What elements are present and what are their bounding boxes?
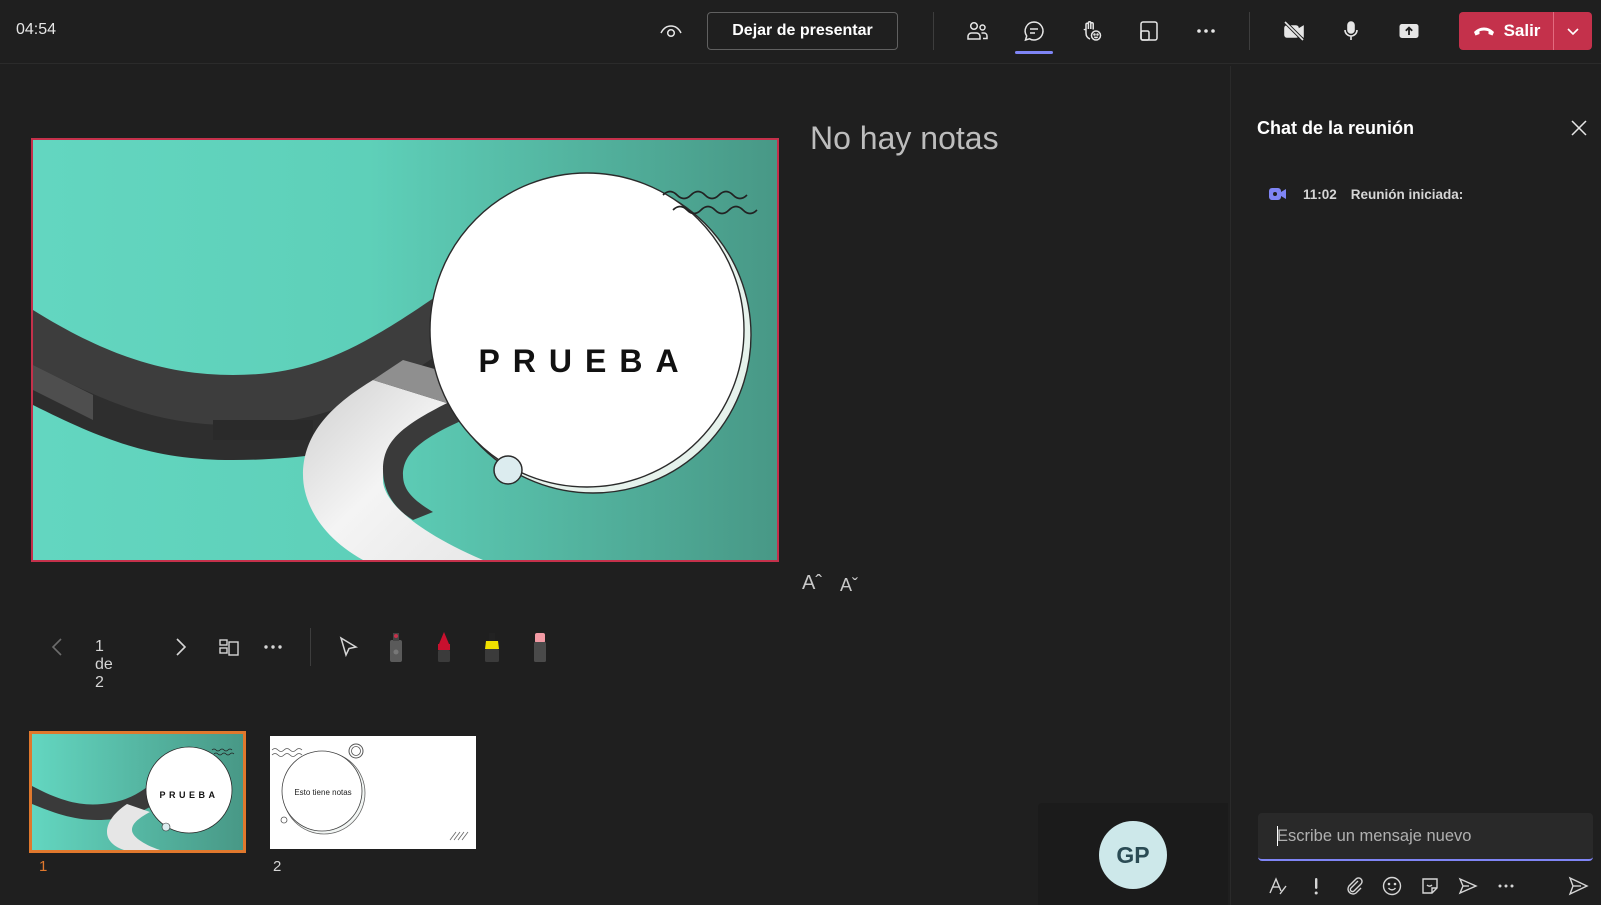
- message-input[interactable]: [1258, 813, 1593, 859]
- laser-tool-button[interactable]: [378, 626, 414, 668]
- thumbnail-artwork: Esto tiene notas: [270, 736, 476, 849]
- slide-artwork: PRUEBA: [33, 140, 777, 560]
- sticker-icon: [1422, 878, 1438, 894]
- chat-event-meeting-started: 11:02 Reunión iniciada:: [1267, 183, 1463, 205]
- more-compose-options-button[interactable]: [1489, 866, 1523, 905]
- speaker-notes: No hay notas: [810, 120, 999, 156]
- thumbnail-number: 1: [39, 858, 48, 875]
- eraser-tool-button[interactable]: [522, 626, 558, 668]
- people-icon[interactable]: [957, 11, 997, 51]
- share-screen-icon[interactable]: [1389, 11, 1429, 51]
- schedule-send-button[interactable]: [1451, 866, 1485, 905]
- emoji-icon: [1382, 876, 1402, 896]
- slide-thumbnail-2[interactable]: Esto tiene notas: [270, 736, 476, 849]
- message-compose-box[interactable]: [1258, 813, 1593, 861]
- send-button[interactable]: [1561, 866, 1595, 905]
- chevron-down-icon: [1567, 28, 1579, 36]
- chevron-right-icon: [176, 638, 187, 656]
- more-options-icon[interactable]: [1186, 11, 1226, 51]
- avatar: GP: [1099, 821, 1167, 889]
- leave-button-group: Salir: [1459, 12, 1592, 50]
- toolbar-divider: [1249, 12, 1250, 50]
- more-options-icon: [264, 645, 282, 649]
- pointer-icon: [339, 636, 359, 658]
- self-video-tile[interactable]: GP: [1038, 803, 1228, 905]
- compose-toolbar: [1261, 866, 1599, 905]
- more-options-icon: [1498, 884, 1514, 888]
- format-text-icon: [1269, 877, 1287, 895]
- close-icon: [1571, 120, 1587, 136]
- increase-font-button[interactable]: Aˆ: [802, 572, 822, 595]
- meeting-toolbar: 04:54 Dejar de presentar Salir: [0, 0, 1601, 64]
- controls-divider: [310, 628, 311, 666]
- exclamation-icon: [1314, 878, 1318, 895]
- laser-pen-icon: [390, 633, 402, 662]
- view-icon[interactable]: [1129, 11, 1169, 51]
- thumbnail-title: Esto tiene notas: [294, 788, 351, 797]
- leave-label: Salir: [1503, 21, 1541, 40]
- highlighter-icon: [485, 633, 499, 662]
- red-pen-icon: [438, 632, 450, 662]
- slide-title: PRUEBA: [478, 343, 691, 379]
- pen-tool-button[interactable]: [426, 626, 462, 668]
- meeting-chat-panel: Chat de la reunión 11:02 Reunión iniciad…: [1230, 66, 1601, 905]
- next-slide-button[interactable]: [168, 626, 192, 668]
- text-caret: [1277, 826, 1278, 846]
- thumbnail-number: 2: [273, 858, 282, 875]
- close-chat-button[interactable]: [1563, 112, 1595, 144]
- sticker-button[interactable]: [1413, 866, 1447, 905]
- leave-dropdown[interactable]: [1554, 12, 1592, 50]
- laser-pointer-button[interactable]: [330, 626, 366, 668]
- chat-icon[interactable]: [1014, 11, 1054, 51]
- eraser-icon: [534, 633, 546, 662]
- more-controls-button[interactable]: [256, 626, 290, 668]
- send-icon: [1568, 876, 1589, 896]
- mark-important-button[interactable]: [1299, 866, 1333, 905]
- current-slide[interactable]: PRUEBA: [31, 138, 779, 562]
- eye-icon[interactable]: [651, 11, 691, 51]
- meeting-icon: [1269, 188, 1286, 200]
- hang-up-icon: [1473, 27, 1494, 36]
- slide-counter: 1 de 2: [95, 638, 113, 691]
- camera-off-icon[interactable]: [1274, 11, 1314, 51]
- emoji-button[interactable]: [1375, 866, 1409, 905]
- thumbnail-artwork: PRUEBA: [32, 734, 243, 850]
- send-later-icon: [1458, 877, 1478, 895]
- previous-slide-button[interactable]: [46, 626, 70, 668]
- leave-button[interactable]: Salir: [1459, 12, 1553, 50]
- slide-thumbnail-1[interactable]: PRUEBA: [29, 731, 246, 853]
- chat-active-indicator: [1015, 51, 1053, 54]
- thumbnail-title: PRUEBA: [159, 790, 218, 800]
- chat-event-text: Reunión iniciada:: [1350, 186, 1464, 202]
- slide-sorter-button[interactable]: [212, 626, 246, 668]
- decrease-font-button[interactable]: Aˇ: [840, 575, 858, 596]
- attach-button[interactable]: [1337, 866, 1371, 905]
- format-button[interactable]: [1261, 866, 1295, 905]
- slides-grid-icon: [219, 639, 239, 656]
- microphone-icon[interactable]: [1331, 11, 1371, 51]
- paperclip-icon: [1347, 877, 1363, 895]
- chevron-left-icon: [51, 638, 62, 656]
- highlighter-tool-button[interactable]: [474, 626, 510, 668]
- stop-presenting-button[interactable]: Dejar de presentar: [707, 12, 898, 50]
- reactions-icon[interactable]: [1071, 11, 1111, 51]
- chat-panel-title: Chat de la reunión: [1257, 118, 1415, 138]
- chat-event-time: 11:02: [1303, 186, 1337, 202]
- meeting-timer: 04:54: [16, 21, 57, 38]
- toolbar-divider: [933, 12, 934, 50]
